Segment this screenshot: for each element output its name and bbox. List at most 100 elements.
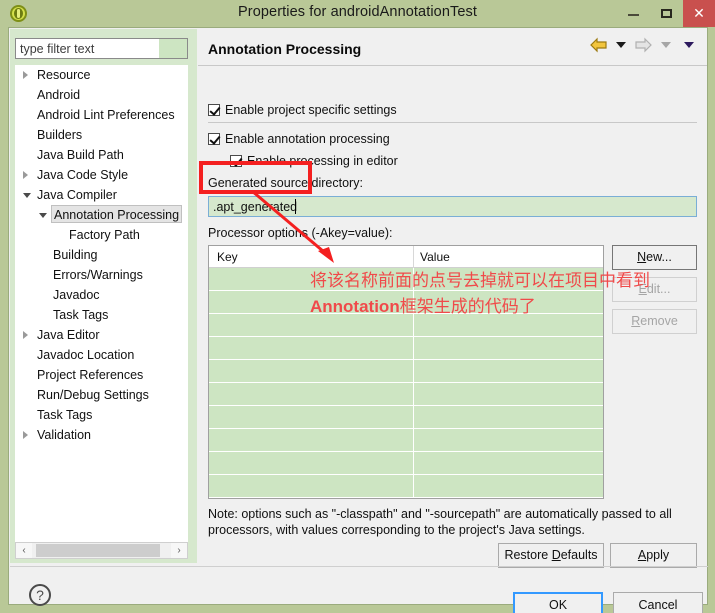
expand-chevron-right-icon[interactable] [23, 71, 28, 79]
table-row[interactable] [209, 452, 603, 475]
cell-divider [413, 291, 414, 314]
properties-dialog: Properties for androidAnnotationTest ✕ R… [0, 0, 715, 613]
view-menu-chevron-down-icon[interactable] [684, 42, 694, 48]
collapse-chevron-down-icon[interactable] [23, 193, 31, 198]
sidebar-item-label: Java Editor [37, 328, 100, 342]
sidebar-item-android[interactable]: Android [15, 85, 188, 105]
table-row[interactable] [209, 291, 603, 314]
back-arrow-icon[interactable] [589, 37, 608, 53]
close-icon: ✕ [693, 5, 705, 21]
sidebar-item-android-lint-preferences[interactable]: Android Lint Preferences [15, 105, 188, 125]
sidebar-item-label: Annotation Processing [51, 205, 183, 223]
sidebar-item-builders[interactable]: Builders [15, 125, 188, 145]
edit-button: Edit... [612, 277, 697, 302]
maximize-button[interactable] [650, 0, 683, 27]
processor-options-label: Processor options (-Akey=value): [208, 226, 393, 240]
remove-button: Remove [612, 309, 697, 334]
sidebar-item-label: Task Tags [53, 308, 109, 322]
filter-field-wrap [15, 38, 188, 59]
filter-swatch [159, 39, 187, 58]
filter-input[interactable] [16, 39, 159, 58]
content-panel: Annotation Processing Enable project spe… [198, 29, 707, 568]
apply-button[interactable]: Apply [610, 543, 697, 568]
sidebar-item-label: Javadoc Location [37, 348, 135, 362]
generated-source-directory-label: Generated source directory: [208, 176, 363, 190]
table-row[interactable] [209, 268, 603, 291]
cell-divider [413, 452, 414, 475]
enable-processing-in-editor-row[interactable]: Enable processing in editor [230, 154, 398, 168]
back-history-chevron-down-icon[interactable] [615, 42, 626, 48]
sidebar-item-project-references[interactable]: Project References [15, 365, 188, 385]
enable-annotation-processing-row[interactable]: Enable annotation processing [208, 132, 390, 146]
title-bar: Properties for androidAnnotationTest ✕ [0, 0, 715, 27]
table-row[interactable] [209, 406, 603, 429]
table-rows [209, 268, 603, 498]
scroll-right-icon[interactable]: › [171, 543, 187, 558]
processor-options-table[interactable]: Key Value [208, 245, 604, 499]
sidebar-item-errors-warnings[interactable]: Errors/Warnings [15, 265, 188, 285]
sidebar-item-java-build-path[interactable]: Java Build Path [15, 145, 188, 165]
column-header-key[interactable]: Key [217, 250, 238, 264]
sidebar-item-factory-path[interactable]: Factory Path [15, 225, 188, 245]
title-divider [198, 65, 707, 66]
enable-project-specific-settings-row[interactable]: Enable project specific settings [208, 103, 397, 117]
cell-divider [413, 406, 414, 429]
sidebar-item-javadoc-location[interactable]: Javadoc Location [15, 345, 188, 365]
expand-chevron-right-icon[interactable] [23, 331, 28, 339]
processor-note: Note: options such as "-classpath" and "… [208, 507, 672, 537]
sidebar-item-building[interactable]: Building [15, 245, 188, 265]
expand-chevron-right-icon[interactable] [23, 171, 28, 179]
sidebar-item-annotation-processing[interactable]: Annotation Processing [15, 205, 188, 225]
sidebar-item-label: Java Build Path [37, 148, 124, 162]
sidebar-item-java-compiler[interactable]: Java Compiler [15, 185, 188, 205]
sidebar-item-label: Java Compiler [37, 188, 117, 202]
minimize-button[interactable] [617, 0, 650, 27]
new-button[interactable]: New... [612, 245, 697, 270]
sidebar-item-javadoc[interactable]: Javadoc [15, 285, 188, 305]
forward-arrow-icon [634, 37, 653, 53]
table-row[interactable] [209, 337, 603, 360]
enable-project-specific-settings-checkbox[interactable] [208, 104, 220, 116]
collapse-chevron-down-icon[interactable] [39, 213, 47, 218]
enable-processing-in-editor-label: Enable processing in editor [247, 154, 398, 168]
cell-divider [413, 337, 414, 360]
table-row[interactable] [209, 429, 603, 452]
ok-button[interactable]: OK [513, 592, 603, 613]
table-row[interactable] [209, 360, 603, 383]
cell-divider [413, 360, 414, 383]
sidebar-item-label: Validation [37, 428, 91, 442]
table-row[interactable] [209, 475, 603, 498]
restore-defaults-button[interactable]: Restore Defaults [498, 543, 604, 568]
table-row[interactable] [209, 314, 603, 337]
sidebar-item-label: Resource [37, 68, 91, 82]
sidebar-item-task-tags[interactable]: Task Tags [15, 405, 188, 425]
column-header-value[interactable]: Value [420, 250, 450, 264]
sidebar-item-java-code-style[interactable]: Java Code Style [15, 165, 188, 185]
enable-annotation-processing-checkbox[interactable] [208, 133, 220, 145]
sidebar-item-label: Project References [37, 368, 144, 382]
sidebar-item-resource[interactable]: Resource [15, 65, 188, 85]
scrollbar-thumb[interactable] [36, 544, 160, 557]
sidebar-item-label: Factory Path [69, 228, 140, 242]
close-button[interactable]: ✕ [683, 0, 715, 27]
page-title: Annotation Processing [208, 41, 362, 57]
cancel-button[interactable]: Cancel [613, 592, 703, 613]
cell-divider [413, 268, 414, 291]
cell-divider [413, 383, 414, 406]
sidebar-item-java-editor[interactable]: Java Editor [15, 325, 188, 345]
sidebar-item-run-debug-settings[interactable]: Run/Debug Settings [15, 385, 188, 405]
tree-horizontal-scrollbar[interactable]: ‹ › [15, 542, 188, 559]
expand-chevron-right-icon[interactable] [23, 431, 28, 439]
generated-source-directory-input[interactable] [208, 196, 697, 217]
help-icon[interactable]: ? [29, 584, 51, 606]
sidebar-item-validation[interactable]: Validation [15, 425, 188, 445]
text-cursor [295, 199, 296, 214]
settings-tree[interactable]: Resource Android Android Lint Preferences B… [15, 65, 188, 542]
enable-processing-in-editor-checkbox[interactable] [230, 155, 242, 167]
footer-divider [10, 566, 708, 567]
forward-history-chevron-down-icon [660, 42, 671, 48]
scroll-left-icon[interactable]: ‹ [16, 543, 32, 558]
cell-divider [413, 429, 414, 452]
sidebar-item-task-tags[interactable]: Task Tags [15, 305, 188, 325]
table-row[interactable] [209, 383, 603, 406]
